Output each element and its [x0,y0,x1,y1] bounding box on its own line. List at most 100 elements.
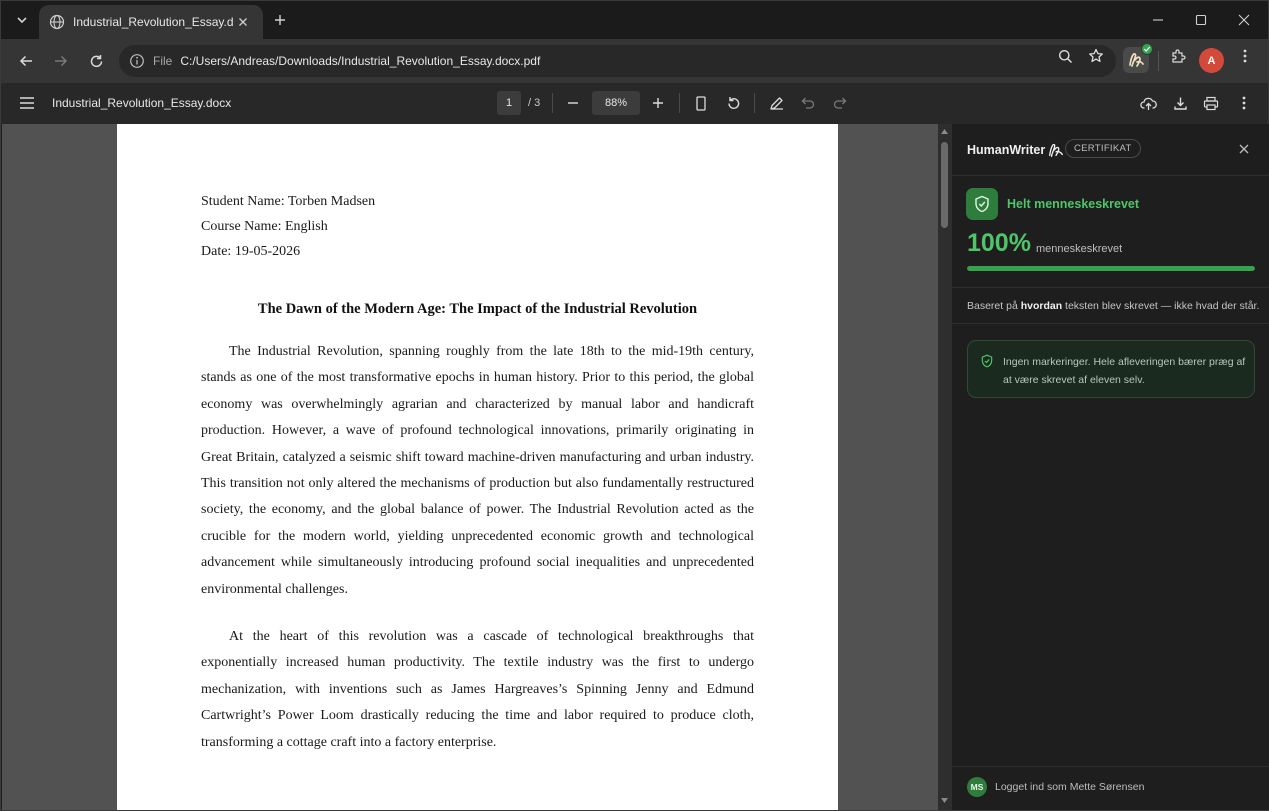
reload-icon [90,54,102,67]
scroll-down-arrow[interactable] [940,796,949,805]
address-scheme: File [153,54,173,68]
close-icon [239,18,247,26]
back-button[interactable] [13,49,39,73]
minimize-button[interactable] [1136,1,1180,39]
verdict-label: Helt menneskeskrevet [1007,197,1140,211]
logged-in-text: Logget ind som Mette Sørensen [995,781,1145,793]
plus-icon [653,98,663,108]
redo-icon [833,97,847,109]
print-button[interactable] [1201,93,1221,113]
certificate-badge: CERTIFIKAT [1065,139,1141,158]
toolbar-divider [679,93,680,113]
tab-close-button[interactable] [235,14,251,30]
shield-check-icon [981,354,993,368]
pdf-viewer[interactable]: Student Name: Torben Madsen Course Name:… [2,124,951,810]
shield-badge [966,188,998,220]
brand-name: HumanWriter [967,143,1046,157]
new-tab-button[interactable] [270,10,290,30]
arrow-right-icon [55,55,68,67]
maximize-button[interactable] [1179,1,1223,39]
search-icon [1058,49,1072,63]
info-icon[interactable] [129,53,145,69]
printer-icon [1203,96,1219,110]
browser-toolbar: File C:/Users/Andreas/Downloads/Industri… [1,39,1268,83]
toolbar-divider [552,93,553,113]
zoom-in-button[interactable] [648,93,668,113]
address-bar[interactable]: File C:/Users/Andreas/Downloads/Industri… [119,45,1116,77]
upload-button[interactable] [1138,93,1158,113]
verified-badge [1141,43,1153,55]
human-score-bar [967,266,1255,271]
pdf-page: Student Name: Torben Madsen Course Name:… [117,124,838,810]
menu-icon[interactable] [17,94,37,112]
pdf-more-button[interactable] [1234,93,1254,113]
toolbar-divider [1158,51,1159,71]
chevron-down-icon [17,17,27,24]
tab-active[interactable]: Industrial_Revolution_Essay.docx... [39,5,263,39]
minimize-icon [1153,19,1163,21]
upload-icon [1139,97,1157,110]
redo-button[interactable] [830,93,850,113]
undo-icon [801,97,815,109]
star-icon [1089,48,1103,63]
student-name: Student Name: Torben Madsen [201,194,376,209]
forward-button[interactable] [48,49,74,73]
window-close-button[interactable] [1222,1,1266,39]
maximize-icon [1195,14,1207,26]
reload-button[interactable] [83,49,109,73]
humanwriter-panel: HumanWriter CERTIFIKAT Helt menneskeskre… [951,124,1269,810]
zoom-out-button[interactable] [563,93,583,113]
scroll-up-arrow[interactable] [940,127,949,136]
rotate-button[interactable] [723,93,743,113]
download-button[interactable] [1170,93,1190,113]
shield-check-icon [975,195,989,213]
pdf-toolbar: Industrial_Revolution_Essay.docx 1 / 3 8… [1,83,1268,124]
close-icon [1238,14,1250,26]
pen-icon [769,96,783,110]
pdf-scrollbar[interactable] [938,124,951,810]
minus-icon [568,102,578,104]
search-tabs-button[interactable] [1056,47,1074,65]
brand-logo: HumanWriter [967,141,1065,159]
puzzle-icon [1172,49,1186,63]
percentage-label: menneskeskrevet [1036,243,1123,255]
browser-menu-button[interactable] [1236,47,1254,65]
human-score-bar-fill [967,266,1255,271]
address-url[interactable]: C:/Users/Andreas/Downloads/Industrial_Re… [180,54,540,68]
toolbar-divider [754,93,755,113]
browser-window: Industrial_Revolution_Essay.docx... [0,0,1269,811]
panel-header: HumanWriter CERTIFIKAT [952,124,1269,176]
plus-icon [275,15,285,25]
more-vertical-icon [1243,49,1247,63]
no-flags-note: Ingen markeringer. Hele afleveringen bær… [967,340,1255,398]
humanwriter-logo-icon [1049,143,1064,157]
undo-button[interactable] [798,93,818,113]
basis-text: Baseret på hvordan teksten blev skrevet … [967,300,1260,312]
note-text: Ingen markeringer. Hele afleveringen bær… [1003,356,1246,386]
scroll-thumb[interactable] [941,142,948,228]
basis-section: Baseret på hvordan teksten blev skrevet … [952,288,1269,324]
caret-down-icon [941,798,948,803]
fit-page-icon [696,95,706,111]
tab-search-button[interactable] [9,8,35,32]
document-date: Date: 19-05-2026 [201,244,301,259]
human-percentage: 100% [967,229,1031,257]
page-total: / 3 [528,97,541,109]
more-vertical-icon [1242,96,1246,110]
essay-paragraph: At the heart of this revolution was a ca… [201,629,754,750]
fit-page-button[interactable] [691,93,711,113]
course-name: Course Name: English [201,219,328,234]
arrow-left-icon [19,55,32,67]
page-number-input[interactable]: 1 [497,91,521,115]
extensions-button[interactable] [1169,47,1187,65]
humanwriter-extension-button[interactable] [1123,43,1153,73]
zoom-level-input[interactable]: 88% [592,91,640,115]
annotate-button[interactable] [766,93,786,113]
bookmark-button[interactable] [1087,47,1105,65]
close-icon[interactable] [1237,142,1251,156]
user-avatar: MS [967,777,987,797]
globe-icon [49,14,65,30]
profile-avatar[interactable]: A [1199,48,1224,73]
verdict-section: Helt menneskeskrevet 100% menneskeskreve… [952,176,1269,288]
panel-footer: MS Logget ind som Mette Sørensen [952,766,1269,810]
